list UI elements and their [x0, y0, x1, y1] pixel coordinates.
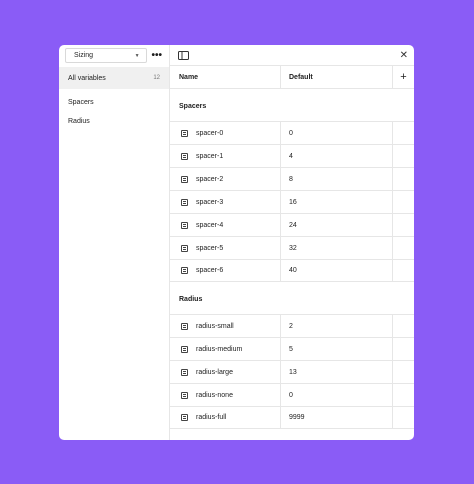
variable-name: spacer-0: [196, 129, 224, 137]
variable-value-cell[interactable]: 32: [281, 237, 393, 259]
number-variable-icon: [181, 175, 188, 183]
variable-name-cell[interactable]: spacer-4: [170, 214, 281, 236]
variables-panel: Sizing ▼ ••• All variables 12 Spacers Ra…: [59, 45, 414, 440]
variable-name-cell[interactable]: spacer-2: [170, 168, 281, 190]
plus-icon[interactable]: +: [393, 71, 414, 83]
close-icon[interactable]: ✕: [400, 50, 408, 61]
collection-dropdown[interactable]: Sizing ▼: [65, 48, 147, 63]
variable-name-cell[interactable]: spacer-3: [170, 191, 281, 213]
variable-value-cell[interactable]: 8: [281, 168, 393, 190]
section-rows: spacer-0 0 spacer-1 4 spacer-2 8 spacer-3 16 spa…: [170, 121, 414, 282]
variable-name: radius-small: [196, 322, 234, 330]
variable-name: spacer-4: [196, 221, 224, 229]
table-row[interactable]: spacer-4 24: [170, 213, 414, 236]
variables-table-area: ✕ Name Default + Spacers spacer-0 0 spacer-…: [170, 45, 414, 440]
variable-name: spacer-1: [196, 152, 224, 160]
table-row[interactable]: radius-none 0: [170, 383, 414, 406]
number-variable-icon: [181, 345, 188, 353]
variable-name-cell[interactable]: radius-small: [170, 315, 281, 337]
number-variable-icon: [181, 152, 188, 160]
number-variable-icon: [181, 244, 188, 252]
variable-name: radius-medium: [196, 345, 243, 353]
number-variable-icon: [181, 391, 188, 399]
variable-value-cell[interactable]: 0: [281, 122, 393, 144]
variable-name-cell[interactable]: spacer-1: [170, 145, 281, 167]
number-variable-icon: [181, 129, 188, 137]
number-variable-icon: [181, 221, 188, 229]
variable-name-cell[interactable]: radius-none: [170, 384, 281, 406]
table-row[interactable]: spacer-2 8: [170, 167, 414, 190]
sidebar-item-radius[interactable]: Radius: [59, 112, 169, 131]
variable-value-cell[interactable]: 24: [281, 214, 393, 236]
variable-name-cell[interactable]: spacer-5: [170, 237, 281, 259]
variable-name: spacer-6: [196, 267, 224, 274]
table-row[interactable]: radius-full 9999: [170, 406, 414, 429]
variable-value-cell[interactable]: 9999: [281, 407, 393, 428]
table-row[interactable]: radius-small 2: [170, 314, 414, 337]
number-variable-icon: [181, 414, 188, 421]
table-header: Name Default +: [170, 66, 414, 89]
more-icon[interactable]: •••: [151, 49, 163, 63]
variable-name-cell[interactable]: spacer-6: [170, 260, 281, 281]
section-title: Radius: [179, 296, 203, 303]
sidebar-header: Sizing ▼ •••: [59, 45, 169, 66]
variable-value-cell[interactable]: 5: [281, 338, 393, 360]
table-row[interactable]: radius-large 13: [170, 360, 414, 383]
sidebar-item-spacers[interactable]: Spacers: [59, 93, 169, 112]
variable-value-cell[interactable]: 4: [281, 145, 393, 167]
variable-name: radius-large: [196, 368, 233, 376]
variable-value-cell[interactable]: 13: [281, 361, 393, 383]
variable-value-cell[interactable]: 0: [281, 384, 393, 406]
number-variable-icon: [181, 322, 188, 330]
variable-value-cell[interactable]: 16: [281, 191, 393, 213]
table-row[interactable]: spacer-3 16: [170, 190, 414, 213]
variable-name: radius-full: [196, 414, 227, 421]
column-header-name: Name: [170, 66, 281, 88]
section-title: Spacers: [179, 103, 207, 110]
variable-name-cell[interactable]: spacer-0: [170, 122, 281, 144]
sidebar-item-label: All variables: [68, 74, 106, 82]
variable-value-cell[interactable]: 2: [281, 315, 393, 337]
sidebar-toggle-icon[interactable]: [178, 50, 189, 60]
sidebar-item-label: Radius: [68, 118, 90, 125]
variable-name: radius-none: [196, 391, 233, 399]
column-header-default: Default: [281, 66, 393, 88]
chevron-down-icon: ▼: [134, 52, 140, 59]
table-row[interactable]: spacer-5 32: [170, 236, 414, 259]
variable-name: spacer-2: [196, 175, 224, 183]
variable-value-cell[interactable]: 40: [281, 260, 393, 281]
number-variable-icon: [181, 368, 188, 376]
table-body: Spacers spacer-0 0 spacer-1 4 spacer-2 8 spacer…: [170, 89, 414, 429]
variable-name-cell[interactable]: radius-large: [170, 361, 281, 383]
table-row[interactable]: spacer-1 4: [170, 144, 414, 167]
collection-label: Sizing: [74, 52, 94, 59]
sidebar-item-all-variables[interactable]: All variables 12: [59, 67, 169, 89]
variable-name-cell[interactable]: radius-full: [170, 407, 281, 428]
variable-name-cell[interactable]: radius-medium: [170, 338, 281, 360]
main-header: ✕: [170, 45, 414, 66]
section-rows: radius-small 2 radius-medium 5 radius-large 1…: [170, 314, 414, 429]
number-variable-icon: [181, 198, 188, 206]
variable-name: spacer-5: [196, 244, 224, 252]
table-row[interactable]: spacer-0 0: [170, 121, 414, 144]
variable-name: spacer-3: [196, 198, 224, 206]
sidebar-item-label: Spacers: [68, 99, 94, 106]
number-variable-icon: [181, 267, 188, 274]
table-row[interactable]: radius-medium 5: [170, 337, 414, 360]
sidebar: Sizing ▼ ••• All variables 12 Spacers Ra…: [59, 45, 170, 440]
table-row[interactable]: spacer-6 40: [170, 259, 414, 282]
variable-count: 12: [153, 75, 160, 81]
